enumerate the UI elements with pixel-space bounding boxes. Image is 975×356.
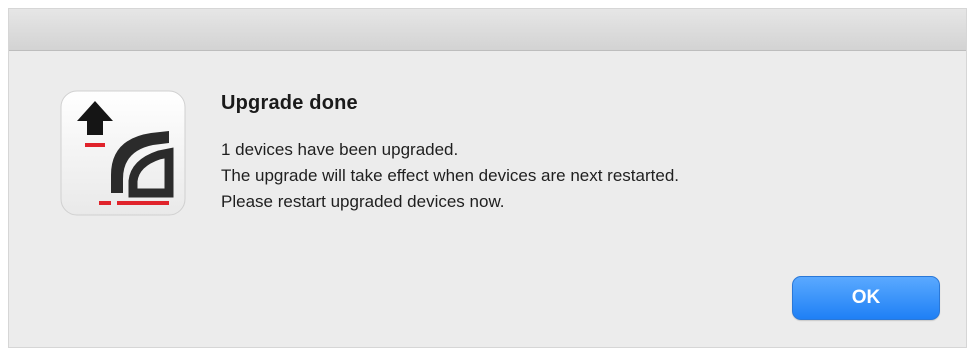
upgrade-app-icon: [59, 89, 187, 217]
ok-button[interactable]: OK: [792, 276, 940, 320]
dialog-titlebar: [9, 9, 966, 51]
screen: Upgrade done 1 devices have been upgrade…: [0, 0, 975, 356]
dialog-title: Upgrade done: [221, 92, 358, 114]
message-line-restart-now: Please restart upgraded devices now.: [221, 192, 505, 211]
message-line-take-effect: The upgrade will take effect when device…: [221, 166, 679, 185]
upgrade-done-dialog: Upgrade done 1 devices have been upgrade…: [8, 8, 967, 348]
message-line-devices-upgraded: 1 devices have been upgraded.: [221, 140, 459, 159]
